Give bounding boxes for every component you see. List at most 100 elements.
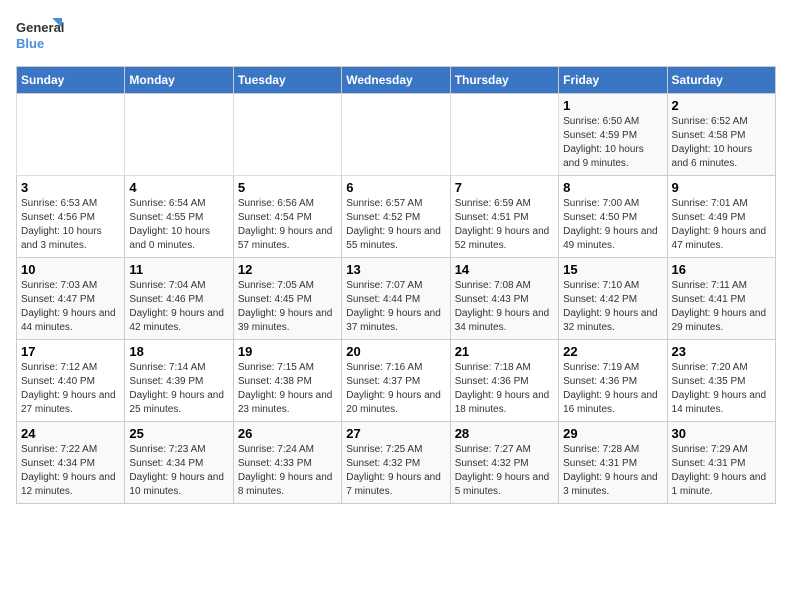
day-cell: 26 Sunrise: 7:24 AMSunset: 4:33 PMDayligh… bbox=[233, 422, 341, 504]
day-cell bbox=[342, 94, 450, 176]
day-cell: 7 Sunrise: 6:59 AMSunset: 4:51 PMDaylight… bbox=[450, 176, 558, 258]
day-cell: 14Sunrise: 7:08 AMSunset: 4:43 PMDayligh… bbox=[450, 258, 558, 340]
day-number: 6 bbox=[346, 180, 445, 195]
day-info: Sunrise: 7:00 AMSunset: 4:50 PMDaylight:… bbox=[563, 197, 662, 253]
week-row-2: 3Sunrise: 6:53 AMSunset: 4:56 PMDaylight… bbox=[17, 176, 776, 258]
col-header-friday: Friday bbox=[559, 67, 667, 94]
day-info: Sunrise: 7:28 AMSunset: 4:31 PMDaylight:… bbox=[563, 443, 662, 499]
header-row: SundayMondayTuesdayWednesdayThursdayFrid… bbox=[17, 67, 776, 94]
day-number: 5 bbox=[238, 180, 337, 195]
day-number: 8 bbox=[563, 180, 662, 195]
day-info: Sunrise: 7:05 AMSunset: 4:45 PMDaylight:… bbox=[238, 279, 337, 335]
day-number: 30 bbox=[672, 426, 771, 441]
day-number: 21 bbox=[455, 344, 554, 359]
day-info: Sunrise: 6:59 AMSunset: 4:51 PMDaylight:… bbox=[455, 197, 554, 253]
day-info: Sunrise: 7:27 AMSunset: 4:32 PMDaylight:… bbox=[455, 443, 554, 499]
day-info: Sunrise: 7:15 AMSunset: 4:38 PMDaylight:… bbox=[238, 361, 337, 417]
day-number: 4 bbox=[129, 180, 228, 195]
day-info: Sunrise: 7:12 AMSunset: 4:40 PMDaylight:… bbox=[21, 361, 120, 417]
day-cell: 10 Sunrise: 7:03 AMSunset: 4:47 PMDayligh… bbox=[17, 258, 125, 340]
day-number: 27 bbox=[346, 426, 445, 441]
day-info: Sunrise: 6:52 AMSunset: 4:58 PMDaylight:… bbox=[672, 115, 771, 171]
day-cell: 27 Sunrise: 7:25 AMSunset: 4:32 PMDayligh… bbox=[342, 422, 450, 504]
day-cell: 16 Sunrise: 7:11 AMSunset: 4:41 PMDayligh… bbox=[667, 258, 775, 340]
day-number: 11 bbox=[129, 262, 228, 277]
day-cell: 25 Sunrise: 7:23 AMSunset: 4:34 PMDayligh… bbox=[125, 422, 233, 504]
day-number: 20 bbox=[346, 344, 445, 359]
day-info: Sunrise: 7:19 AMSunset: 4:36 PMDaylight:… bbox=[563, 361, 662, 417]
col-header-saturday: Saturday bbox=[667, 67, 775, 94]
week-row-4: 17 Sunrise: 7:12 AMSunset: 4:40 PMDayligh… bbox=[17, 340, 776, 422]
day-cell: 18Sunrise: 7:14 AMSunset: 4:39 PMDayligh… bbox=[125, 340, 233, 422]
day-info: Sunrise: 7:20 AMSunset: 4:35 PMDaylight:… bbox=[672, 361, 771, 417]
day-info: Sunrise: 6:50 AMSunset: 4:59 PMDaylight:… bbox=[563, 115, 662, 171]
day-cell: 12 Sunrise: 7:05 AMSunset: 4:45 PMDayligh… bbox=[233, 258, 341, 340]
day-info: Sunrise: 7:14 AMSunset: 4:39 PMDaylight:… bbox=[129, 361, 228, 417]
day-number: 25 bbox=[129, 426, 228, 441]
day-number: 2 bbox=[672, 98, 771, 113]
day-number: 26 bbox=[238, 426, 337, 441]
day-cell: 11 Sunrise: 7:04 AMSunset: 4:46 PMDayligh… bbox=[125, 258, 233, 340]
day-number: 12 bbox=[238, 262, 337, 277]
day-info: Sunrise: 7:22 AMSunset: 4:34 PMDaylight:… bbox=[21, 443, 120, 499]
day-info: Sunrise: 7:25 AMSunset: 4:32 PMDaylight:… bbox=[346, 443, 445, 499]
day-info: Sunrise: 7:01 AMSunset: 4:49 PMDaylight:… bbox=[672, 197, 771, 253]
day-info: Sunrise: 6:54 AMSunset: 4:55 PMDaylight:… bbox=[129, 197, 228, 253]
day-number: 24 bbox=[21, 426, 120, 441]
col-header-thursday: Thursday bbox=[450, 67, 558, 94]
day-cell: 28 Sunrise: 7:27 AMSunset: 4:32 PMDayligh… bbox=[450, 422, 558, 504]
week-row-1: 1 Sunrise: 6:50 AMSunset: 4:59 PMDaylight… bbox=[17, 94, 776, 176]
day-number: 15 bbox=[563, 262, 662, 277]
day-cell: 20 Sunrise: 7:16 AMSunset: 4:37 PMDayligh… bbox=[342, 340, 450, 422]
day-info: Sunrise: 6:56 AMSunset: 4:54 PMDaylight:… bbox=[238, 197, 337, 253]
day-number: 23 bbox=[672, 344, 771, 359]
day-info: Sunrise: 7:29 AMSunset: 4:31 PMDaylight:… bbox=[672, 443, 771, 499]
day-info: Sunrise: 7:04 AMSunset: 4:46 PMDaylight:… bbox=[129, 279, 228, 335]
day-cell: 24 Sunrise: 7:22 AMSunset: 4:34 PMDayligh… bbox=[17, 422, 125, 504]
day-cell: 21 Sunrise: 7:18 AMSunset: 4:36 PMDayligh… bbox=[450, 340, 558, 422]
day-number: 28 bbox=[455, 426, 554, 441]
day-info: Sunrise: 7:23 AMSunset: 4:34 PMDaylight:… bbox=[129, 443, 228, 499]
day-cell: 9 Sunrise: 7:01 AMSunset: 4:49 PMDaylight… bbox=[667, 176, 775, 258]
day-number: 7 bbox=[455, 180, 554, 195]
day-info: Sunrise: 6:53 AMSunset: 4:56 PMDaylight:… bbox=[21, 197, 120, 253]
day-info: Sunrise: 7:11 AMSunset: 4:41 PMDaylight:… bbox=[672, 279, 771, 335]
day-cell: 8 Sunrise: 7:00 AMSunset: 4:50 PMDaylight… bbox=[559, 176, 667, 258]
day-number: 1 bbox=[563, 98, 662, 113]
day-info: Sunrise: 7:07 AMSunset: 4:44 PMDaylight:… bbox=[346, 279, 445, 335]
day-cell: 17 Sunrise: 7:12 AMSunset: 4:40 PMDayligh… bbox=[17, 340, 125, 422]
svg-text:Blue: Blue bbox=[16, 36, 44, 51]
day-info: Sunrise: 7:18 AMSunset: 4:36 PMDaylight:… bbox=[455, 361, 554, 417]
col-header-tuesday: Tuesday bbox=[233, 67, 341, 94]
day-info: Sunrise: 7:24 AMSunset: 4:33 PMDaylight:… bbox=[238, 443, 337, 499]
day-cell: 13Sunrise: 7:07 AMSunset: 4:44 PMDayligh… bbox=[342, 258, 450, 340]
day-cell: 3Sunrise: 6:53 AMSunset: 4:56 PMDaylight… bbox=[17, 176, 125, 258]
day-number: 19 bbox=[238, 344, 337, 359]
day-info: Sunrise: 7:16 AMSunset: 4:37 PMDaylight:… bbox=[346, 361, 445, 417]
col-header-sunday: Sunday bbox=[17, 67, 125, 94]
day-info: Sunrise: 7:03 AMSunset: 4:47 PMDaylight:… bbox=[21, 279, 120, 335]
col-header-wednesday: Wednesday bbox=[342, 67, 450, 94]
day-number: 17 bbox=[21, 344, 120, 359]
logo: General Blue bbox=[16, 16, 66, 56]
day-cell: 23 Sunrise: 7:20 AMSunset: 4:35 PMDayligh… bbox=[667, 340, 775, 422]
day-number: 22 bbox=[563, 344, 662, 359]
day-cell: 1 Sunrise: 6:50 AMSunset: 4:59 PMDaylight… bbox=[559, 94, 667, 176]
col-header-monday: Monday bbox=[125, 67, 233, 94]
day-info: Sunrise: 7:10 AMSunset: 4:42 PMDaylight:… bbox=[563, 279, 662, 335]
day-cell: 5 Sunrise: 6:56 AMSunset: 4:54 PMDaylight… bbox=[233, 176, 341, 258]
day-cell: 30 Sunrise: 7:29 AMSunset: 4:31 PMDayligh… bbox=[667, 422, 775, 504]
header: General Blue bbox=[16, 16, 776, 56]
day-cell: 15 Sunrise: 7:10 AMSunset: 4:42 PMDayligh… bbox=[559, 258, 667, 340]
week-row-5: 24 Sunrise: 7:22 AMSunset: 4:34 PMDayligh… bbox=[17, 422, 776, 504]
day-number: 10 bbox=[21, 262, 120, 277]
day-number: 9 bbox=[672, 180, 771, 195]
day-info: Sunrise: 6:57 AMSunset: 4:52 PMDaylight:… bbox=[346, 197, 445, 253]
day-number: 14 bbox=[455, 262, 554, 277]
day-cell bbox=[450, 94, 558, 176]
day-cell: 29Sunrise: 7:28 AMSunset: 4:31 PMDayligh… bbox=[559, 422, 667, 504]
day-number: 16 bbox=[672, 262, 771, 277]
day-cell bbox=[125, 94, 233, 176]
day-cell: 22 Sunrise: 7:19 AMSunset: 4:36 PMDayligh… bbox=[559, 340, 667, 422]
day-cell bbox=[17, 94, 125, 176]
